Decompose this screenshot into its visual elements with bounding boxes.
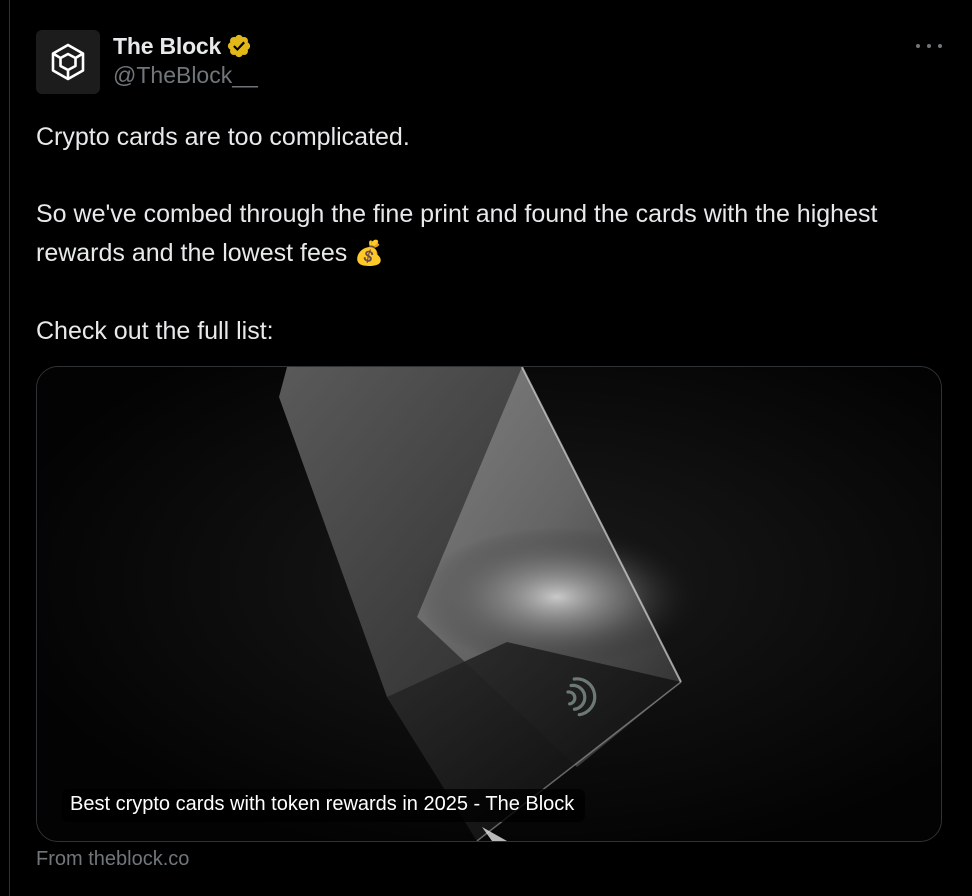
link-card-title[interactable]: Best crypto cards with token rewards in … [62,789,586,822]
the-block-cube-logo-icon [51,43,85,81]
link-source[interactable]: From theblock.co [36,848,189,871]
tweet-line-3: Check out the full list: [36,316,274,345]
link-preview-card[interactable]: Best crypto cards with token rewards in … [36,366,942,842]
tweet-line-1: Crypto cards are too complicated. [36,123,410,151]
more-dot [927,44,931,48]
verified-badge-icon[interactable] [226,33,252,59]
timeline-left-border [9,0,10,896]
avatar[interactable] [36,30,100,94]
tweet-text: Crypto cards are too complicated. So we'… [36,118,916,350]
tweet-header: The Block @TheBlock__ [36,30,942,94]
money-bag-emoji: 💰 [354,239,385,267]
more-horizontal-icon[interactable] [916,36,942,56]
display-name[interactable]: The Block [113,33,221,60]
more-dot [916,44,920,48]
author-names: The Block @TheBlock__ [113,31,258,89]
tweet-line-2: So we've combed through the fine print a… [36,200,885,267]
author-handle[interactable]: @TheBlock__ [113,62,258,89]
display-name-row: The Block [113,31,258,61]
more-dot [938,44,942,48]
tweet[interactable]: The Block @TheBlock__ Crypto cards are t… [36,30,942,870]
link-card-image [37,367,941,841]
